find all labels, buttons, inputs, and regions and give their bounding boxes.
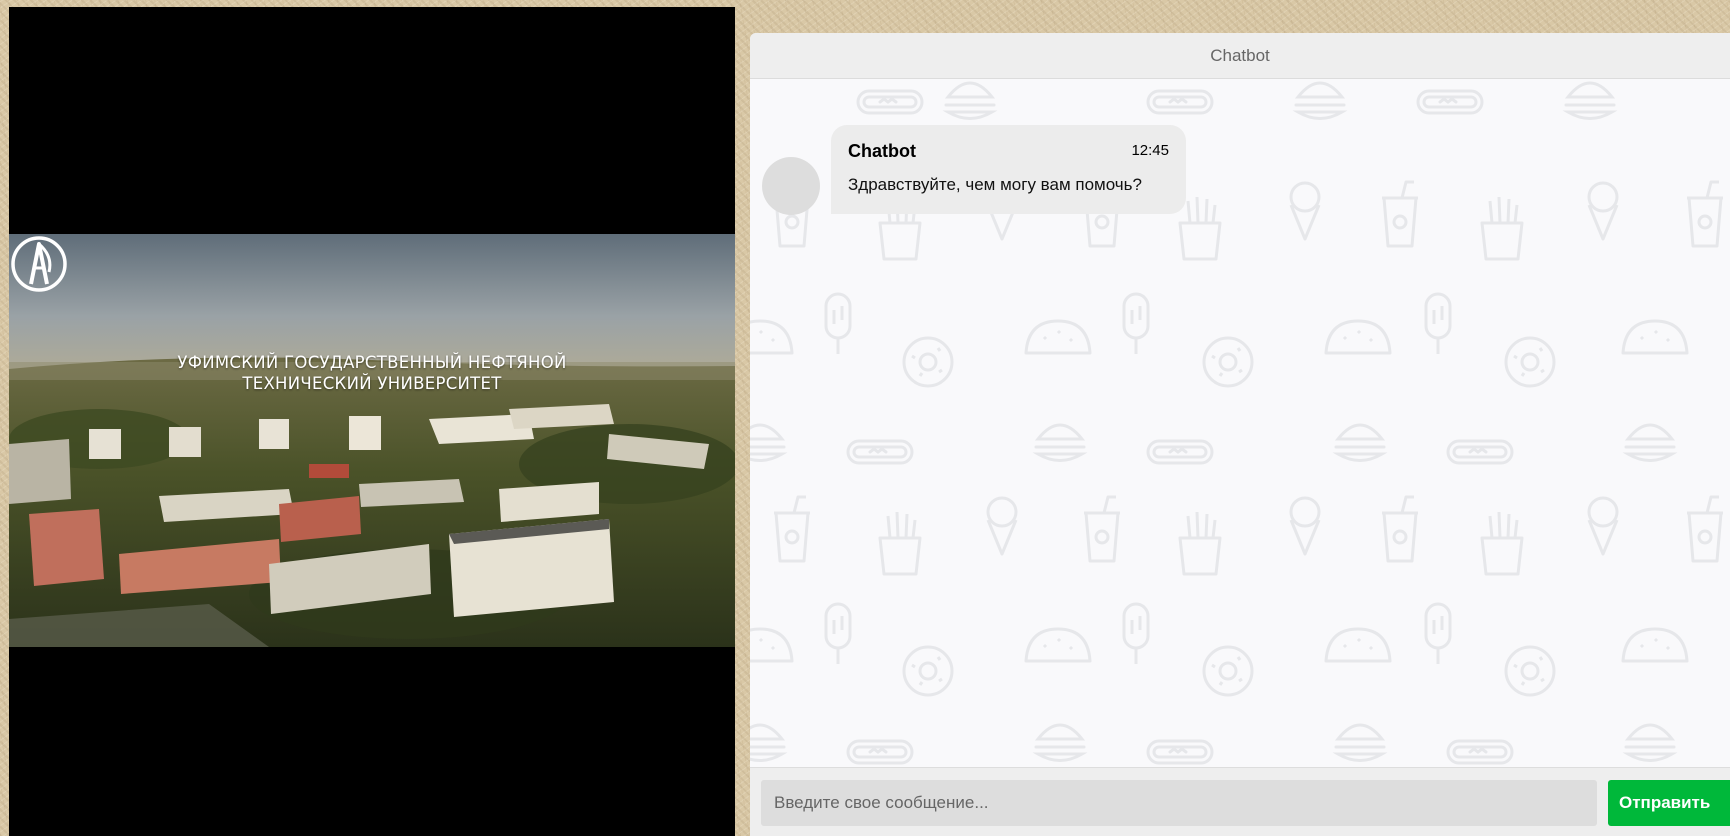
message-text: Здравствуйте, чем могу вам помочь? bbox=[848, 175, 1142, 194]
chat-input-bar: Отправить bbox=[750, 767, 1730, 836]
video-player[interactable]: УФИМСКИЙ ГОСУДАРСТВЕННЫЙ НЕФТЯНОЙ ТЕХНИЧ… bbox=[9, 7, 735, 836]
video-frame: УФИМСКИЙ ГОСУДАРСТВЕННЫЙ НЕФТЯНОЙ ТЕХНИЧ… bbox=[9, 234, 735, 647]
chat-message: Chatbot 12:45 Здравствуйте, чем могу вам… bbox=[831, 125, 1186, 214]
university-title-line2: ТЕХНИЧЕСКИЙ УНИВЕРСИТЕТ bbox=[242, 374, 502, 393]
chat-messages-area[interactable]: Chatbot 12:45 Здравствуйте, чем могу вам… bbox=[750, 79, 1730, 767]
chat-header-title: Chatbot bbox=[750, 33, 1730, 79]
message-sender: Chatbot bbox=[848, 141, 916, 161]
chatbot-avatar bbox=[762, 157, 820, 215]
send-button[interactable]: Отправить bbox=[1608, 780, 1730, 826]
message-time: 12:45 bbox=[1131, 142, 1169, 159]
campus-aerial-image bbox=[9, 234, 735, 647]
university-emblem-icon bbox=[11, 236, 67, 292]
university-title-line1: УФИМСКИЙ ГОСУДАРСТВЕННЫЙ НЕФТЯНОЙ bbox=[177, 353, 567, 372]
message-input[interactable] bbox=[761, 780, 1597, 826]
chat-window: Chatbot Chatbot 12:45 Здравствуйте, чем … bbox=[750, 33, 1730, 836]
